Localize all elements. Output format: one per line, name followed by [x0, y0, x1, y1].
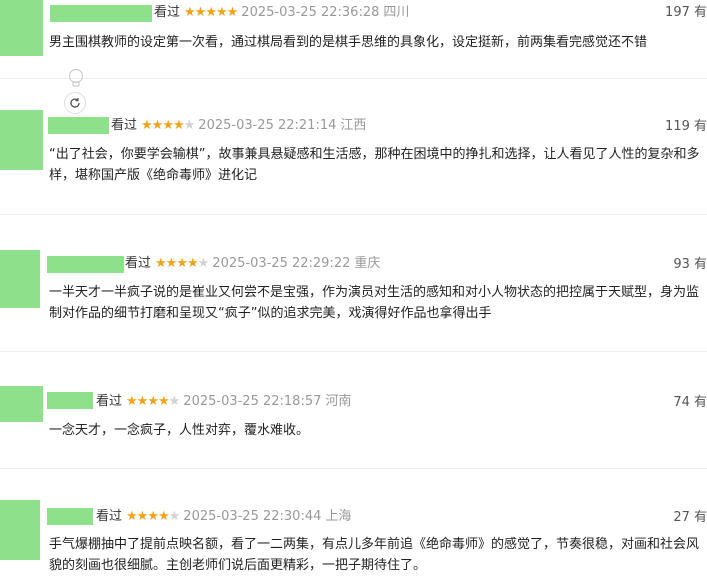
review-text: 一半天才一半疯子说的是崔业又何尝不是宝强，作为演员对生活的感知和对小人物状态的把… — [49, 285, 700, 321]
star-filled-icon: ★ — [165, 256, 178, 271]
review-text: 一念天才，一念疯子，人性对弈，覆水难收。 — [49, 423, 310, 438]
review-time: 2025-03-25 22:18:57 — [183, 394, 322, 409]
refresh-icon[interactable] — [64, 92, 86, 114]
useful-votes[interactable]: 197 有 — [665, 4, 707, 22]
star-filled-icon: ★ — [184, 5, 196, 20]
rating-stars: ★★★★★ — [141, 118, 196, 133]
star-filled-icon: ★ — [157, 509, 170, 524]
avatar[interactable] — [0, 0, 43, 56]
review-text: 男主围棋教师的设定第一次看，通过棋局看到的是棋手思维的具象化，设定挺新，前两集看… — [49, 35, 648, 50]
review-time: 2025-03-25 22:30:44 — [183, 509, 322, 524]
star-filled-icon: ★ — [186, 256, 199, 271]
star-filled-icon: ★ — [194, 5, 207, 20]
username-redacted[interactable] — [48, 117, 109, 134]
watch-status: 看过 — [154, 5, 181, 20]
star-filled-icon: ★ — [226, 5, 239, 20]
star-filled-icon: ★ — [147, 509, 159, 524]
review-time: 2025-03-25 22:21:14 — [198, 118, 337, 133]
review-time: 2025-03-25 22:29:22 — [212, 256, 351, 271]
useful-votes[interactable]: 93 有 — [673, 256, 707, 274]
avatar[interactable] — [0, 500, 40, 560]
username-redacted[interactable] — [47, 392, 93, 409]
star-empty-icon: ★ — [168, 394, 181, 409]
star-filled-icon: ★ — [176, 256, 188, 271]
star-filled-icon: ★ — [151, 118, 164, 133]
review-text: 手气爆棚抽中了提前点映名额，看了一二两集，有点儿多年前追《绝命毒师》的感觉了，节… — [49, 537, 700, 573]
star-filled-icon: ★ — [141, 118, 153, 133]
avatar[interactable] — [0, 386, 43, 422]
rating-stars: ★★★★★ — [126, 394, 181, 409]
star-filled-icon: ★ — [162, 118, 174, 133]
rating-stars: ★★★★★ — [155, 256, 210, 271]
star-filled-icon: ★ — [126, 394, 138, 409]
star-filled-icon: ★ — [136, 509, 149, 524]
review-location: 四川 — [383, 5, 410, 20]
review-location: 江西 — [340, 118, 367, 133]
star-filled-icon: ★ — [147, 394, 159, 409]
star-filled-icon: ★ — [215, 5, 228, 20]
review-location: 重庆 — [354, 256, 381, 271]
star-filled-icon: ★ — [157, 394, 170, 409]
watch-status: 看过 — [96, 394, 123, 409]
star-empty-icon: ★ — [183, 118, 196, 133]
watch-status: 看过 — [96, 509, 123, 524]
divider — [0, 468, 707, 469]
username-redacted[interactable] — [50, 5, 152, 22]
review-time: 2025-03-25 22:36:28 — [241, 5, 380, 20]
watch-status: 看过 — [125, 256, 152, 271]
rating-stars: ★★★★★ — [126, 509, 181, 524]
star-filled-icon: ★ — [172, 118, 185, 133]
rating-stars: ★★★★★ — [184, 5, 239, 20]
useful-votes[interactable]: 74 有 — [673, 394, 707, 412]
review-text: “出了社会，你要学会输棋”，故事兼具悬疑感和生活感，那种在困境中的挣扎和选择，让… — [49, 147, 700, 183]
avatar[interactable] — [0, 110, 43, 170]
star-filled-icon: ★ — [126, 509, 138, 524]
username-redacted[interactable] — [47, 508, 93, 525]
useful-votes[interactable]: 27 有 — [673, 509, 707, 527]
review-location: 河南 — [325, 394, 352, 409]
username-redacted[interactable] — [47, 256, 124, 273]
divider — [0, 351, 707, 352]
floating-tools — [64, 68, 88, 114]
star-empty-icon: ★ — [197, 256, 210, 271]
watch-status: 看过 — [111, 118, 138, 133]
star-filled-icon: ★ — [136, 394, 149, 409]
star-filled-icon: ★ — [205, 5, 217, 20]
star-empty-icon: ★ — [168, 509, 181, 524]
review-location: 上海 — [325, 509, 352, 524]
lightbulb-icon[interactable] — [67, 68, 85, 88]
useful-votes[interactable]: 119 有 — [665, 118, 707, 136]
divider — [0, 78, 707, 79]
avatar[interactable] — [0, 250, 40, 308]
divider — [0, 214, 707, 215]
star-filled-icon: ★ — [155, 256, 167, 271]
